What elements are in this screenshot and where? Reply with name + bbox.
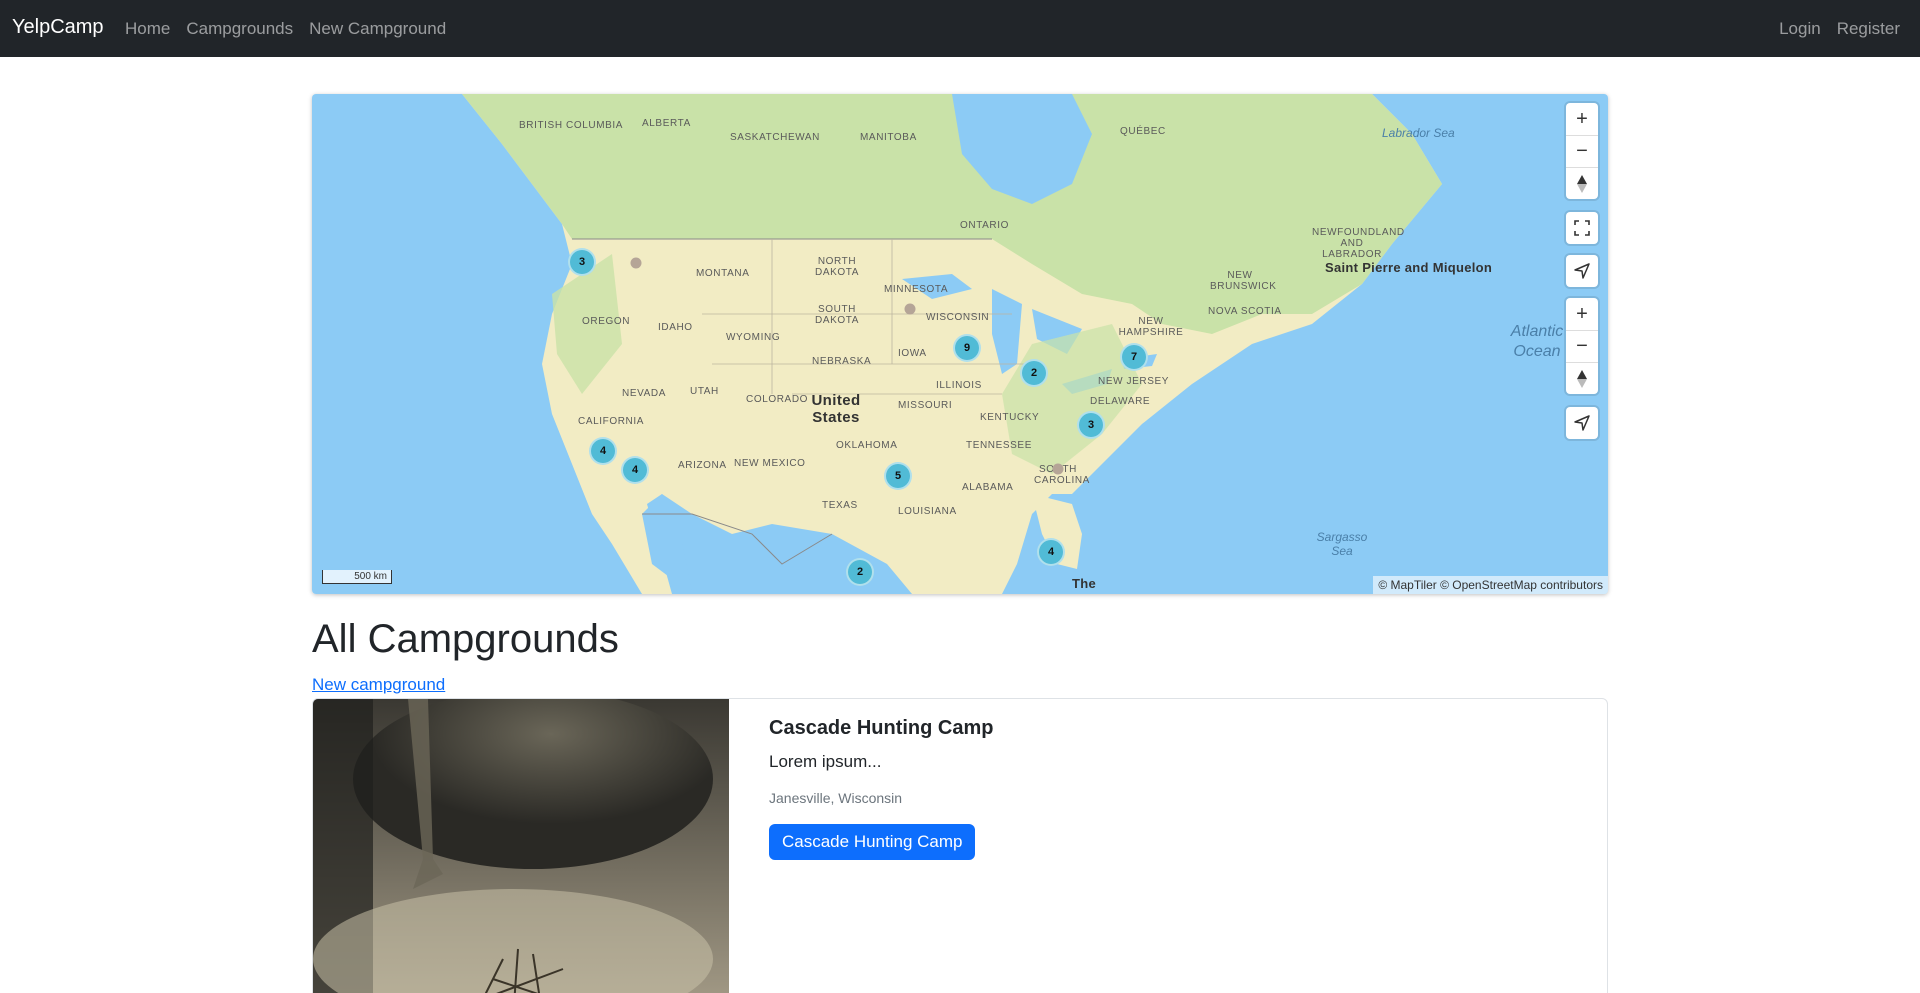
map-label-manitoba: Manitoba — [860, 132, 917, 143]
map-label-north-dakota: North Dakota — [815, 256, 859, 278]
nav-auth-links: Login Register — [1779, 19, 1900, 39]
zoom-out-button[interactable]: − — [1566, 135, 1598, 167]
map-label-kentucky: Kentucky — [980, 412, 1040, 423]
map-label-saint-pierre: Saint Pierre and Miquelon — [1325, 260, 1493, 275]
zoom-in-button[interactable]: + — [1566, 103, 1598, 135]
map-label-nova-scotia: Nova Scotia — [1208, 306, 1282, 317]
view-campground-button[interactable]: Cascade Hunting Camp — [769, 824, 976, 860]
fullscreen-button[interactable] — [1566, 212, 1598, 244]
map-label-nevada: Nevada — [622, 388, 666, 399]
fullscreen-icon — [1574, 220, 1590, 236]
zoom-out-button[interactable]: − — [1566, 330, 1598, 362]
map-label-labrador-sea: Labrador Sea — [1382, 126, 1455, 140]
map-label-oklahoma: Oklahoma — [836, 440, 898, 451]
map-poi-marker[interactable] — [1052, 463, 1064, 475]
map-label-oregon: Oregon — [582, 316, 631, 327]
map-label-nebraska: Nebraska — [812, 356, 872, 367]
map-label-saskatchewan: Saskatchewan — [730, 132, 820, 143]
map-cluster[interactable]: 4 — [1037, 538, 1065, 566]
map-cluster[interactable]: 4 — [589, 437, 617, 465]
map-label-alabama: Alabama — [962, 482, 1014, 493]
minus-icon: − — [1576, 335, 1588, 357]
nav-campgrounds-link[interactable]: Campgrounds — [186, 19, 293, 39]
map-scale-bar: 500 km — [322, 570, 392, 584]
map-cluster[interactable]: 3 — [1077, 411, 1105, 439]
map-poi-marker[interactable] — [630, 257, 642, 269]
nav-links: Home Campgrounds New Campground — [125, 19, 446, 39]
campground-title: Cascade Hunting Camp — [769, 717, 994, 739]
map-cluster[interactable]: 9 — [953, 334, 981, 362]
map-label-wyoming: Wyoming — [726, 332, 781, 343]
map-cluster[interactable]: 2 — [1020, 359, 1048, 387]
brand-logo[interactable]: YelpCamp — [12, 16, 104, 39]
nav-login-link[interactable]: Login — [1779, 19, 1821, 39]
page-title: All Campgrounds — [312, 617, 619, 661]
cluster-map[interactable]: British Columbia Alberta Saskatchewan Ma… — [312, 94, 1608, 594]
geolocate-icon — [1574, 263, 1590, 279]
map-cluster[interactable]: 5 — [884, 462, 912, 490]
compass-button[interactable] — [1566, 167, 1598, 199]
campground-card-body: Cascade Hunting Camp Lorem ipsum... Jane… — [769, 717, 993, 860]
map-nav-controls-secondary: + − — [1566, 298, 1598, 394]
map-geolocate-control-secondary — [1566, 407, 1598, 439]
nav-register-link[interactable]: Register — [1837, 19, 1900, 39]
map-label-united-states: United States — [811, 392, 861, 426]
map-label-new-hampshire: New Hampshire — [1118, 316, 1184, 338]
map-label-arizona: Arizona — [678, 460, 727, 471]
plus-icon: + — [1576, 107, 1588, 130]
map-label-new-mexico: New Mexico — [734, 458, 806, 469]
map-label-texas: Texas — [822, 500, 858, 511]
campground-location: Janesville, Wisconsin — [769, 790, 903, 806]
map-label-delaware: Delaware — [1090, 396, 1151, 407]
map-cluster[interactable]: 4 — [621, 456, 649, 484]
map-label-south-dakota: South Dakota — [815, 304, 859, 326]
minus-icon: − — [1576, 140, 1588, 162]
map-fullscreen-control — [1566, 212, 1598, 244]
compass-icon — [1577, 369, 1587, 388]
map-label-new-jersey: New Jersey — [1098, 376, 1170, 387]
map-cluster[interactable]: 2 — [846, 558, 874, 586]
map-geolocate-control — [1566, 255, 1598, 287]
campground-card: Cascade Hunting Camp Lorem ipsum... Jane… — [312, 698, 1608, 993]
map-cluster[interactable]: 7 — [1120, 343, 1148, 371]
compass-button[interactable] — [1566, 362, 1598, 394]
map-label-tennessee: Tennessee — [966, 440, 1032, 451]
zoom-in-button[interactable]: + — [1566, 298, 1598, 330]
map-label-newfoundland: Newfoundland and Labrador — [1312, 227, 1405, 260]
map-label-ontario: Ontario — [960, 220, 1010, 231]
geolocate-button[interactable] — [1566, 255, 1598, 287]
campground-description: Lorem ipsum... — [769, 752, 882, 771]
geolocate-icon — [1574, 415, 1590, 431]
compass-icon — [1577, 174, 1587, 193]
map-cluster[interactable]: 3 — [568, 248, 596, 276]
map-label-louisiana: Louisiana — [898, 506, 957, 517]
map-label-minnesota: Minnesota — [884, 284, 949, 295]
map-label-california: California — [578, 416, 645, 427]
map-label-idaho: Idaho — [658, 322, 693, 333]
new-campground-link[interactable]: New campground — [312, 675, 445, 695]
map-label-new-brunswick: New Brunswick — [1210, 270, 1277, 292]
plus-icon: + — [1576, 302, 1588, 325]
map-label-illinois: Illinois — [936, 380, 982, 391]
map-label-british-columbia: British Columbia — [519, 120, 624, 131]
map-label-atlantic-ocean: Atlantic Ocean — [1510, 323, 1564, 360]
map-label-utah: Utah — [690, 386, 719, 397]
geolocate-button[interactable] — [1566, 407, 1598, 439]
map-attribution[interactable]: © MapTiler © OpenStreetMap contributors — [1373, 576, 1608, 594]
map-label-alberta: Alberta — [642, 118, 691, 129]
map-label-montana: Montana — [696, 268, 750, 279]
map-label-missouri: Missouri — [898, 400, 953, 411]
map-poi-marker[interactable] — [904, 303, 916, 315]
campground-image — [313, 699, 729, 993]
map-label-wisconsin: Wisconsin — [926, 312, 990, 323]
map-label-the: The — [1072, 576, 1097, 591]
navbar: YelpCamp Home Campgrounds New Campground… — [0, 0, 1920, 57]
nav-new-campground-link[interactable]: New Campground — [309, 19, 446, 39]
map-label-quebec: Québec — [1120, 126, 1166, 137]
nav-home-link[interactable]: Home — [125, 19, 170, 39]
map-nav-controls: + − — [1566, 103, 1598, 199]
map-label-sargasso-sea: Sargasso Sea — [1316, 530, 1368, 558]
map-label-iowa: Iowa — [898, 348, 927, 359]
map-label-colorado: Colorado — [746, 394, 809, 405]
